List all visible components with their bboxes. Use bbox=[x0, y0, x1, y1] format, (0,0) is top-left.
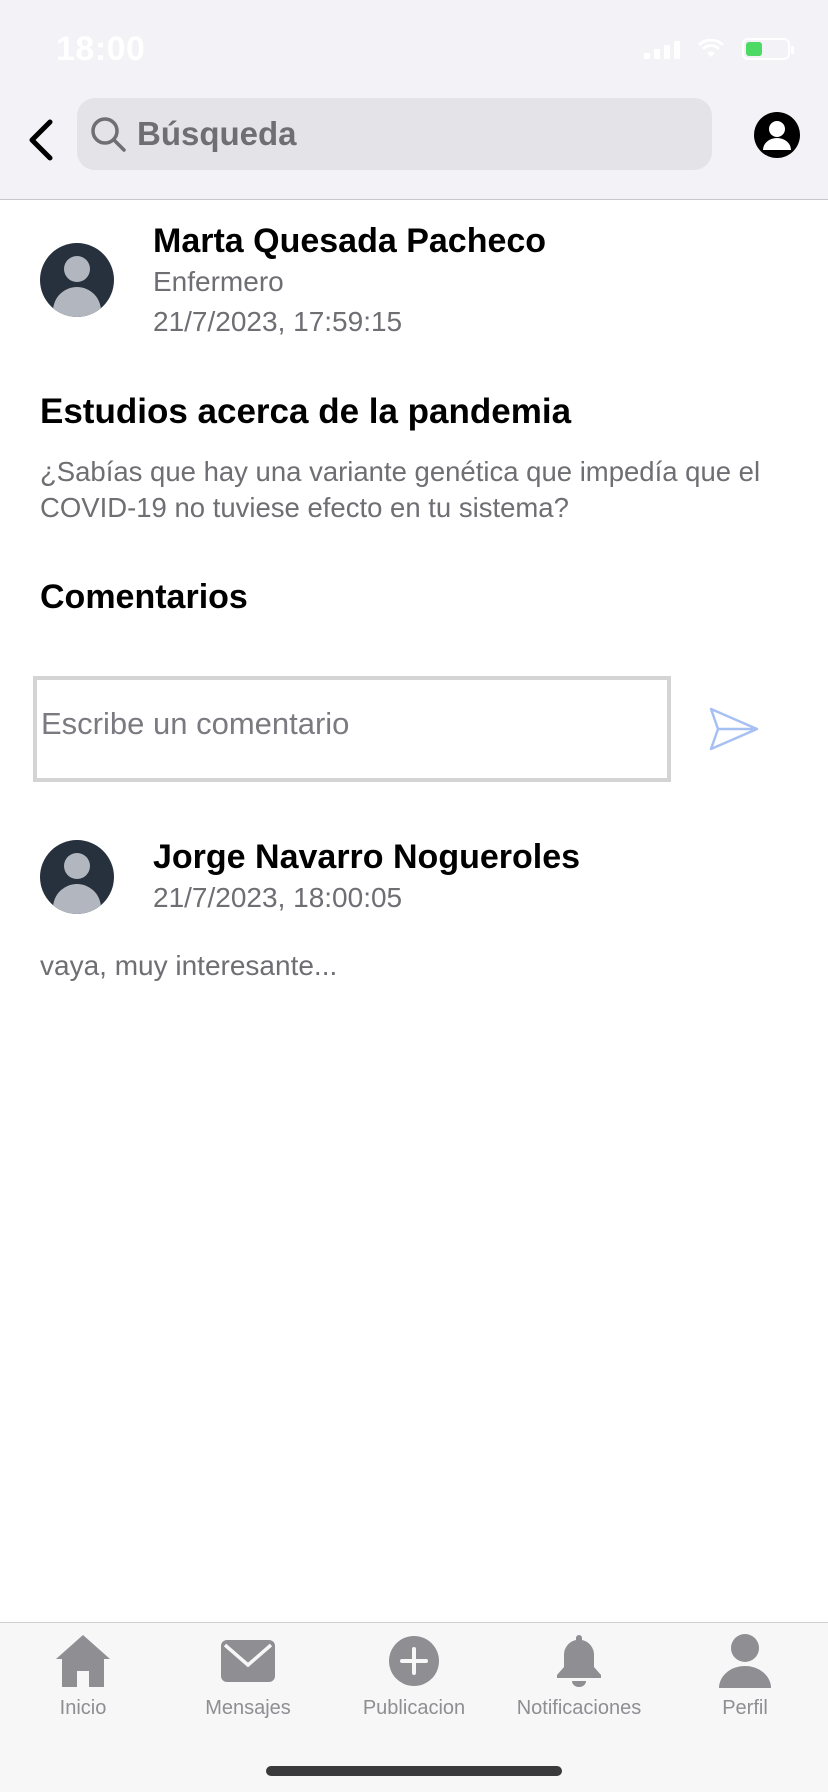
back-button[interactable] bbox=[16, 110, 66, 170]
post-title: Estudios acerca de la pandemia bbox=[40, 392, 572, 431]
status-time: 18:00 bbox=[56, 30, 146, 68]
tab-label: Mensajes bbox=[205, 1697, 291, 1719]
wifi-icon bbox=[698, 39, 724, 57]
comment-timestamp: 21/7/2023, 18:00:05 bbox=[153, 882, 403, 913]
header: Búsqueda bbox=[0, 98, 828, 200]
battery-icon bbox=[742, 38, 794, 60]
post-body: ¿Sabías que hay una variante genética qu… bbox=[40, 456, 761, 523]
user-circle-icon bbox=[754, 112, 800, 158]
home-indicator bbox=[266, 1766, 562, 1776]
status-icons bbox=[644, 38, 794, 60]
home-icon bbox=[53, 1631, 113, 1691]
search-input[interactable]: Búsqueda bbox=[77, 98, 712, 170]
chevron-left-icon bbox=[29, 119, 53, 161]
comment-author-name[interactable]: Jorge Navarro Nogueroles bbox=[153, 838, 580, 877]
signal-icon bbox=[644, 39, 680, 59]
status-bar: 18:00 bbox=[0, 0, 828, 98]
tab-label: Perfil bbox=[722, 1697, 768, 1719]
comment-author-avatar bbox=[40, 840, 114, 914]
tab-perfil[interactable]: Perfil bbox=[662, 1631, 828, 1720]
comment-text: vaya, muy interesante... bbox=[40, 950, 338, 981]
tab-label: Publicacion bbox=[362, 1697, 466, 1719]
tab-label: Inicio bbox=[59, 1697, 107, 1719]
mail-icon bbox=[218, 1631, 278, 1691]
tab-label: Notificaciones bbox=[516, 1697, 642, 1719]
send-button[interactable] bbox=[708, 706, 760, 752]
search-icon bbox=[91, 117, 126, 152]
post-timestamp: 21/7/2023, 17:59:15 bbox=[153, 306, 403, 337]
send-icon bbox=[709, 707, 759, 751]
tab-inicio[interactable]: Inicio bbox=[0, 1631, 166, 1720]
plus-circle-icon bbox=[384, 1631, 444, 1691]
tab-mensajes[interactable]: Mensajes bbox=[165, 1631, 331, 1720]
post-author-name[interactable]: Marta Quesada Pacheco bbox=[153, 222, 546, 261]
person-icon bbox=[715, 1631, 775, 1691]
post-author-role: Enfermero bbox=[153, 266, 284, 297]
tab-notificaciones[interactable]: Notificaciones bbox=[496, 1631, 662, 1720]
search-placeholder: Búsqueda bbox=[137, 115, 297, 152]
comment-input[interactable]: Escribe un comentario bbox=[33, 676, 671, 782]
bell-icon bbox=[549, 1631, 609, 1691]
profile-button[interactable] bbox=[752, 110, 802, 160]
tab-publicacion[interactable]: Publicacion bbox=[331, 1631, 497, 1720]
post-author-avatar bbox=[40, 243, 114, 317]
comments-heading: Comentarios bbox=[40, 578, 248, 616]
